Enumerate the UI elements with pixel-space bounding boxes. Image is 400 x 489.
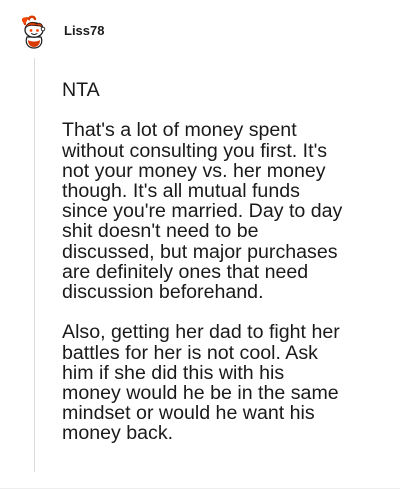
snoo-avatar-icon [21, 15, 46, 49]
comment-author[interactable]: Liss78 [64, 23, 104, 38]
comment-card: Liss78 NTA That's a lot of money spent w… [0, 0, 400, 489]
user-avatar[interactable] [18, 15, 50, 49]
comment-body: NTA That's a lot of money spent without … [62, 80, 382, 444]
comment-header: Liss78 [18, 14, 104, 50]
thread-collapse-line[interactable] [34, 58, 35, 472]
comment-paragraph: That's a lot of money spent without cons… [62, 119, 343, 304]
comment-paragraph: NTA [62, 79, 100, 101]
comment-paragraph: Also, getting her dad to fight her battl… [62, 321, 340, 445]
